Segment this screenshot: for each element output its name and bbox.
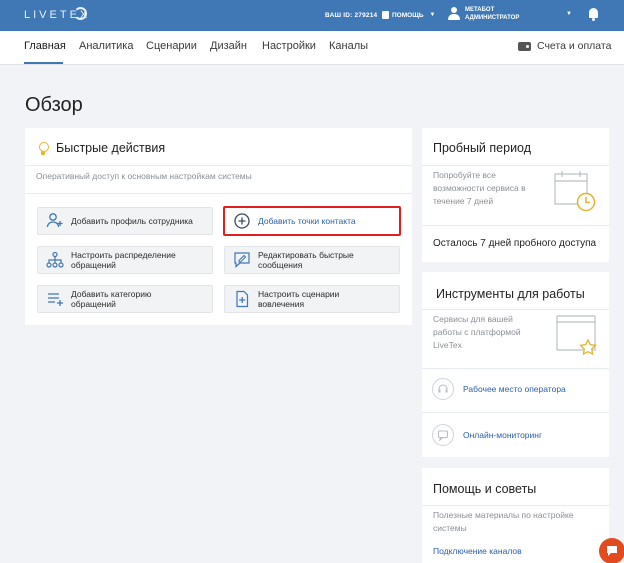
message-edit-icon <box>231 249 253 271</box>
divider <box>422 165 609 166</box>
tools-description: Сервисы для вашей работы с платформой Li… <box>433 314 521 350</box>
user-role: АДМИНИСТРАТОР <box>465 15 520 21</box>
top-bar: LIVETEX ВАШ ID: 279214 ПОМОЩЬ ▼ МЕТАБОТ … <box>0 0 624 31</box>
user-chevron-down-icon[interactable]: ▼ <box>566 11 572 17</box>
configure-distribution-button[interactable]: Настроить распределение обращений <box>37 246 213 274</box>
trial-remaining: Осталось 7 дней пробного доступа <box>433 238 597 249</box>
bell-icon[interactable] <box>588 8 599 21</box>
tool-label: Рабочее место оператора <box>463 384 566 394</box>
document-add-icon <box>231 288 253 310</box>
lightbulb-icon <box>38 142 49 156</box>
billing-link[interactable]: Счета и оплата <box>518 40 611 52</box>
edit-quick-messages-button[interactable]: Редактировать быстрые сообщения <box>224 246 400 274</box>
configure-scenarios-button[interactable]: Настроить сценарии вовлечения <box>224 285 400 313</box>
plus-circle-icon <box>231 210 253 232</box>
chat-icon <box>607 546 617 556</box>
operator-workplace-link[interactable]: Рабочее место оператора <box>432 378 566 400</box>
book-icon <box>382 11 389 19</box>
tab-design[interactable]: Дизайн <box>210 40 247 52</box>
tab-analytics[interactable]: Аналитика <box>79 40 133 52</box>
active-tab-indicator <box>24 62 63 64</box>
divider <box>422 505 609 506</box>
help-menu[interactable]: ПОМОЩЬ ▼ <box>382 11 435 19</box>
wallet-icon <box>518 41 531 51</box>
tools-card: Инструменты для работы Сервисы для вашей… <box>422 272 609 457</box>
window-star-icon <box>556 315 597 356</box>
connect-channels-link[interactable]: Подключение каналов <box>433 546 522 556</box>
user-icon <box>448 7 460 21</box>
trial-description: Попробуйте все возможности сервиса в теч… <box>433 170 526 206</box>
button-label: Добавить профиль сотрудника <box>71 216 193 226</box>
help-title: Помощь и советы <box>433 482 537 496</box>
divider <box>422 225 609 226</box>
divider <box>422 412 609 413</box>
user-menu[interactable]: МЕТАБОТ АДМИНИСТРАТОР <box>448 6 519 22</box>
list-add-icon <box>44 288 66 310</box>
hierarchy-icon <box>44 249 66 271</box>
calendar-clock-icon <box>554 171 596 212</box>
logo-mark-icon <box>74 7 87 20</box>
tab-settings[interactable]: Настройки <box>262 40 316 52</box>
button-label: Добавить точки контакта <box>258 216 356 226</box>
divider <box>422 368 609 369</box>
button-label: Настроить сценарии вовлечения <box>258 289 340 309</box>
chat-monitor-icon <box>432 424 454 446</box>
button-label: Редактировать быстрые сообщения <box>258 250 354 270</box>
main-nav: Главная Аналитика Сценарии Дизайн Настро… <box>0 31 624 65</box>
billing-label: Счета и оплата <box>537 40 612 52</box>
quick-actions-description: Оперативный доступ к основным настройкам… <box>36 171 252 181</box>
page-title: Обзор <box>25 94 83 116</box>
account-id: ВАШ ID: 279214 <box>325 12 378 19</box>
quick-actions-card: Быстрые действия Оперативный доступ к ос… <box>25 128 412 325</box>
tool-label: Онлайн-мониторинг <box>463 430 543 440</box>
button-label: Настроить распределение обращений <box>71 250 176 270</box>
trial-card: Пробный период Попробуйте все возможност… <box>422 128 609 262</box>
quick-actions-title: Быстрые действия <box>56 141 166 155</box>
trial-title: Пробный период <box>433 141 532 155</box>
tab-scenarios[interactable]: Сценарии <box>146 40 197 52</box>
tab-main[interactable]: Главная <box>24 40 66 52</box>
divider <box>422 309 609 310</box>
divider <box>25 193 412 194</box>
online-monitoring-link[interactable]: Онлайн-мониторинг <box>432 424 542 446</box>
tools-title: Инструменты для работы <box>436 287 585 301</box>
add-category-button[interactable]: Добавить категорию обращений <box>37 285 213 313</box>
chevron-down-icon: ▼ <box>429 12 436 18</box>
user-name: МЕТАБОТ <box>465 7 495 13</box>
tab-channels[interactable]: Каналы <box>329 40 368 52</box>
chat-widget-button[interactable] <box>599 538 624 563</box>
add-contact-points-button[interactable]: Добавить точки контакта <box>223 206 401 236</box>
add-user-icon <box>44 210 66 232</box>
help-description: Полезные материалы по настройке системы <box>433 510 574 533</box>
divider <box>25 165 412 166</box>
headset-icon <box>432 378 454 400</box>
help-card: Помощь и советы Полезные материалы по на… <box>422 468 609 563</box>
add-employee-button[interactable]: Добавить профиль сотрудника <box>37 207 213 235</box>
button-label: Добавить категорию обращений <box>71 289 152 309</box>
help-label: ПОМОЩЬ <box>392 11 424 19</box>
